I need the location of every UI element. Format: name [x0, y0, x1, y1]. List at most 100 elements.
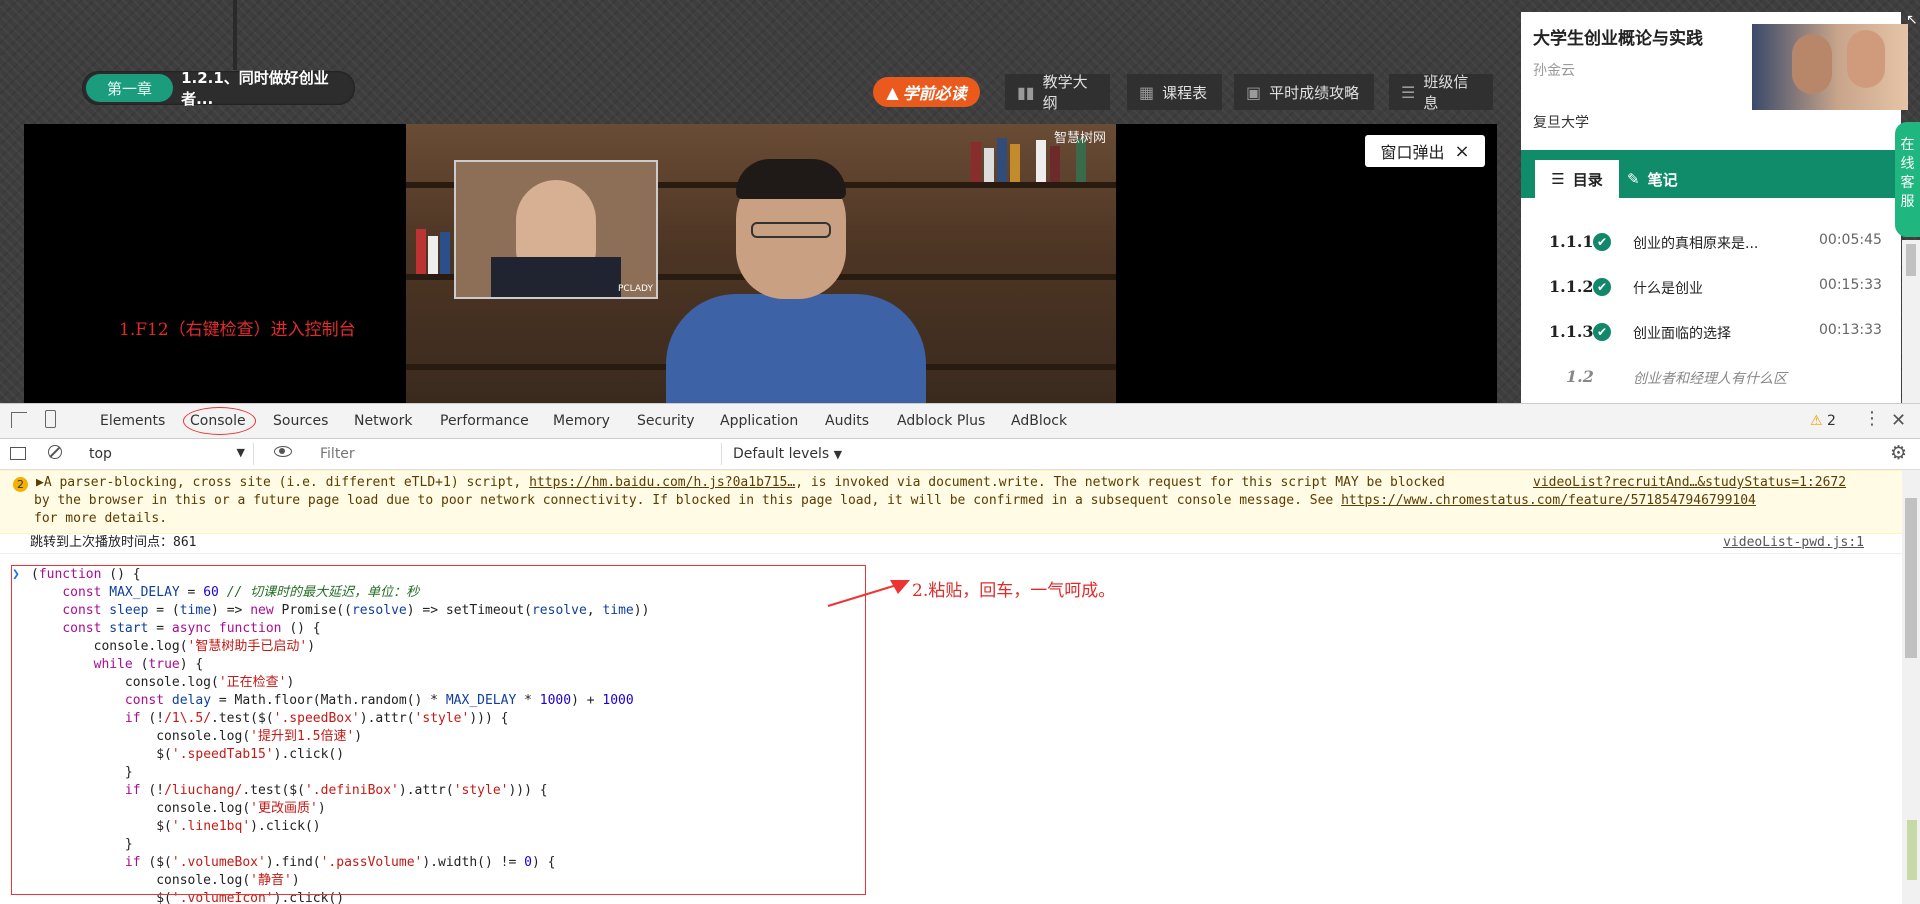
- toc-duration: 00:13:33: [1819, 322, 1882, 338]
- online-service-button[interactable]: 在线客服: [1895, 122, 1920, 237]
- toc-title: 什么是创业: [1633, 281, 1703, 297]
- course-title: 大学生创业概论与实践: [1533, 29, 1703, 49]
- toc-item[interactable]: 1.1.2 ✔ 什么是创业 00:15:33: [1521, 267, 1901, 307]
- warning-badge: 2: [13, 477, 28, 492]
- tab-performance[interactable]: Performance: [440, 413, 529, 429]
- video-watermark: 智慧树网: [1053, 131, 1106, 146]
- annotation-step-1: 1.F12（右键检查）进入控制台: [119, 320, 356, 340]
- xueqian-bidu-button[interactable]: ▲ 学前必读: [873, 77, 980, 107]
- warning-text: ▶A parser-blocking, cross site (i.e. dif…: [36, 475, 530, 490]
- warning-icon: ⚠: [1810, 413, 1823, 429]
- list-icon: ☰: [1551, 170, 1565, 188]
- course-page: 第一章 1.2.1、同时做好创业者... ▲ 学前必读 ▮▮ 教学大纲 ▦ 课程表 ▣…: [0, 0, 1920, 403]
- toc-section[interactable]: 1.2 创业者和经理人有什么区: [1521, 357, 1901, 397]
- grid-icon: ▦: [1139, 82, 1155, 102]
- inset-watermark: PCLADY: [617, 284, 653, 294]
- toc-duration: 00:05:45: [1819, 232, 1882, 248]
- log-text: 跳转到上次播放时间点：861: [30, 535, 197, 550]
- grade-guide-label: 平时成绩攻略: [1269, 83, 1360, 102]
- video-icon: ▣: [1246, 82, 1262, 102]
- tab-elements[interactable]: Elements: [100, 413, 165, 429]
- clear-console-icon[interactable]: [48, 445, 62, 459]
- sidebar-toggle-icon[interactable]: [10, 447, 26, 460]
- timetable-label: 课程表: [1162, 83, 1208, 102]
- toc-item[interactable]: 1.1.3 ✔ 创业面临的选择 00:13:33: [1521, 312, 1901, 352]
- toc-title: 创业的真相原来是...: [1633, 236, 1759, 252]
- context-value: top: [89, 446, 112, 462]
- class-info-button[interactable]: ☰ 班级信息: [1389, 73, 1493, 112]
- close-icon[interactable]: ×: [1454, 141, 1469, 162]
- annotation-step-2: 2.粘贴，回车，一气呵成。: [912, 581, 1116, 601]
- warning-line-3: for more details.: [34, 511, 168, 526]
- presenter: [666, 294, 926, 403]
- class-info-label: 班级信息: [1423, 73, 1469, 112]
- warning-text: , is invoked via document.write. The net…: [795, 475, 1445, 490]
- tab-adblock[interactable]: AdBlock: [1011, 413, 1067, 429]
- popup-label: 窗口弹出: [1380, 143, 1445, 162]
- toc-number: 1.2: [1566, 367, 1594, 386]
- toc-number: 1.1.2: [1549, 277, 1594, 296]
- toc-number: 1.1.3: [1549, 322, 1594, 341]
- tab-adblock-plus[interactable]: Adblock Plus: [897, 413, 985, 429]
- toc-number: 1.1.1: [1549, 232, 1594, 251]
- device-toolbar-icon[interactable]: [45, 410, 56, 428]
- gear-icon[interactable]: ⚙: [1890, 442, 1907, 464]
- check-icon: ✔: [1593, 233, 1611, 251]
- inspect-element-icon[interactable]: [11, 412, 27, 428]
- tab-memory[interactable]: Memory: [553, 413, 610, 429]
- check-icon: ✔: [1593, 323, 1611, 341]
- levels-label: Default levels: [733, 446, 830, 462]
- console-output[interactable]: 2 ▶A parser-blocking, cross site (i.e. d…: [0, 470, 1902, 904]
- edit-icon: ✎: [1627, 170, 1640, 188]
- inset-photo: PCLADY: [454, 160, 658, 299]
- list-icon: ☰: [1401, 82, 1416, 102]
- book-icon: ▮▮: [1017, 82, 1035, 102]
- console-toolbar: top ▼ Default levels ▼ ⚙: [0, 439, 1920, 470]
- chevron-down-icon: ▼: [236, 446, 245, 459]
- filter-input[interactable]: [312, 443, 722, 465]
- warning-source-link[interactable]: videoList?recruitAnd…&studyStatus=1:2672: [1533, 474, 1846, 492]
- more-options-icon[interactable]: ⋮: [1863, 410, 1881, 428]
- tab-toc[interactable]: ☰ 目录: [1535, 160, 1619, 198]
- toc-item[interactable]: 1.1.1 ✔ 创业的真相原来是... 00:05:45: [1521, 222, 1901, 262]
- tab-security[interactable]: Security: [637, 413, 695, 429]
- timetable-button[interactable]: ▦ 课程表: [1127, 74, 1222, 110]
- annotation-arrow-icon: [827, 580, 910, 607]
- toc-duration: 00:15:33: [1819, 277, 1882, 293]
- warning-text: by the browser in this or a future page …: [34, 493, 1342, 508]
- tab-notes[interactable]: ✎ 笔记: [1627, 160, 1678, 198]
- tab-sources[interactable]: Sources: [273, 413, 328, 429]
- console-scrollbar[interactable]: [1902, 470, 1920, 904]
- warning-counter[interactable]: ⚠ 2: [1810, 413, 1836, 429]
- console-log: 跳转到上次播放时间点：861 videoList-pwd.js:1: [0, 533, 1902, 554]
- tab-toc-label: 目录: [1572, 170, 1603, 189]
- warning-link[interactable]: https://hm.baidu.com/h.js?0a1b715…: [529, 475, 795, 490]
- warning-line-1: ▶A parser-blocking, cross site (i.e. dif…: [36, 474, 1445, 492]
- live-expression-icon[interactable]: [274, 446, 292, 457]
- toc-title: 创业者和经理人有什么区: [1633, 371, 1787, 387]
- syllabus-button[interactable]: ▮▮ 教学大纲: [1005, 73, 1110, 112]
- devtools-panel: Elements Console Sources Network Perform…: [0, 403, 1920, 904]
- close-icon[interactable]: ✕: [1891, 410, 1906, 431]
- chapter-tag: 第一章: [86, 74, 174, 102]
- context-selector[interactable]: top ▼: [84, 443, 254, 465]
- popup-window-button[interactable]: 窗口弹出 ×: [1365, 135, 1485, 167]
- video-player[interactable]: PCLADY 智慧树网 1.F12（右键检查）进入控制台: [24, 124, 1497, 403]
- check-icon: ✔: [1593, 278, 1611, 296]
- divider: [233, 0, 237, 70]
- course-panel: 大学生创业概论与实践 孙金云 复旦大学 ☰ 目录 ✎ 笔记 1.1.1 ✔ 创业的真…: [1521, 12, 1908, 403]
- grade-guide-button[interactable]: ▣ 平时成绩攻略: [1234, 74, 1374, 110]
- panel-scrollbar[interactable]: [1902, 240, 1920, 403]
- chapter-title: 1.2.1、同时做好创业者...: [181, 69, 329, 108]
- chapter-indicator[interactable]: 第一章 1.2.1、同时做好创业者...: [82, 69, 355, 108]
- tab-audits[interactable]: Audits: [825, 413, 869, 429]
- course-school: 复旦大学: [1533, 115, 1589, 131]
- warning-link[interactable]: https://www.chromestatus.com/feature/571…: [1341, 493, 1756, 508]
- tab-application[interactable]: Application: [720, 413, 798, 429]
- toc-title: 创业面临的选择: [1633, 326, 1731, 342]
- log-source-link[interactable]: videoList-pwd.js:1: [1723, 534, 1864, 552]
- syllabus-label: 教学大纲: [1042, 73, 1088, 112]
- log-levels-dropdown[interactable]: Default levels ▼: [733, 446, 842, 462]
- tab-network[interactable]: Network: [354, 413, 412, 429]
- tab-notes-label: 笔记: [1647, 170, 1678, 189]
